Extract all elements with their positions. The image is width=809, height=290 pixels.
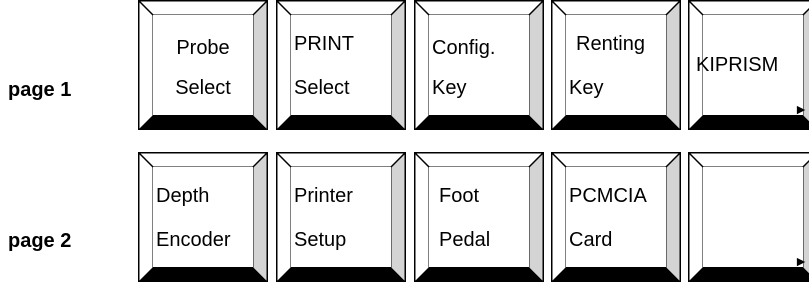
foot-pedal-key[interactable]: Foot Pedal (414, 152, 544, 282)
pcmcia-card-key[interactable]: PCMCIA Card (551, 152, 681, 282)
key-line2: Select (294, 77, 350, 99)
key-face: Probe Select (153, 15, 253, 115)
next-page-key[interactable]: ► (688, 152, 809, 282)
key-face: Foot Pedal (429, 167, 529, 267)
renting-key[interactable]: Renting Key (551, 0, 681, 130)
page-2-label: page 2 (8, 230, 72, 252)
key-line2: Select (175, 77, 231, 99)
triangle-right-icon: ► (794, 101, 808, 117)
key-face: Config. Key (429, 15, 529, 115)
page-1-label: page 1 (8, 79, 72, 101)
depth-encoder-key[interactable]: Depth Encoder (138, 152, 268, 282)
key-face: Printer Setup (291, 167, 391, 267)
key-line1: Renting (576, 33, 645, 55)
key-face (703, 167, 803, 267)
key-line1: Depth (156, 185, 210, 207)
triangle-right-icon: ► (794, 253, 808, 269)
key-face: Depth Encoder (153, 167, 253, 267)
key-face: PRINT Select (291, 15, 391, 115)
key-line2: Key (432, 77, 467, 99)
key-line2: Encoder (156, 229, 231, 251)
key-line1: Config. (432, 37, 496, 59)
key-line1: KIPRISM (696, 54, 779, 76)
key-line1: PCMCIA (569, 185, 647, 207)
probe-select-key[interactable]: Probe Select (138, 0, 268, 130)
print-select-key[interactable]: PRINT Select (276, 0, 406, 130)
config-key[interactable]: Config. Key (414, 0, 544, 130)
key-face: Renting Key (566, 15, 666, 115)
key-line1: Foot (439, 185, 480, 207)
key-line2: Card (569, 229, 613, 251)
key-line2: Pedal (439, 229, 491, 251)
key-line1: Probe (176, 37, 230, 59)
key-line2: Key (569, 77, 604, 99)
key-face: KIPRISM (696, 15, 803, 115)
key-line1: PRINT (294, 33, 354, 55)
key-face: PCMCIA Card (566, 167, 666, 267)
printer-setup-key[interactable]: Printer Setup (276, 152, 406, 282)
kiprism-key[interactable]: KIPRISM ► (688, 0, 809, 130)
key-line2: Setup (294, 229, 347, 251)
key-line1: Printer (294, 185, 353, 207)
